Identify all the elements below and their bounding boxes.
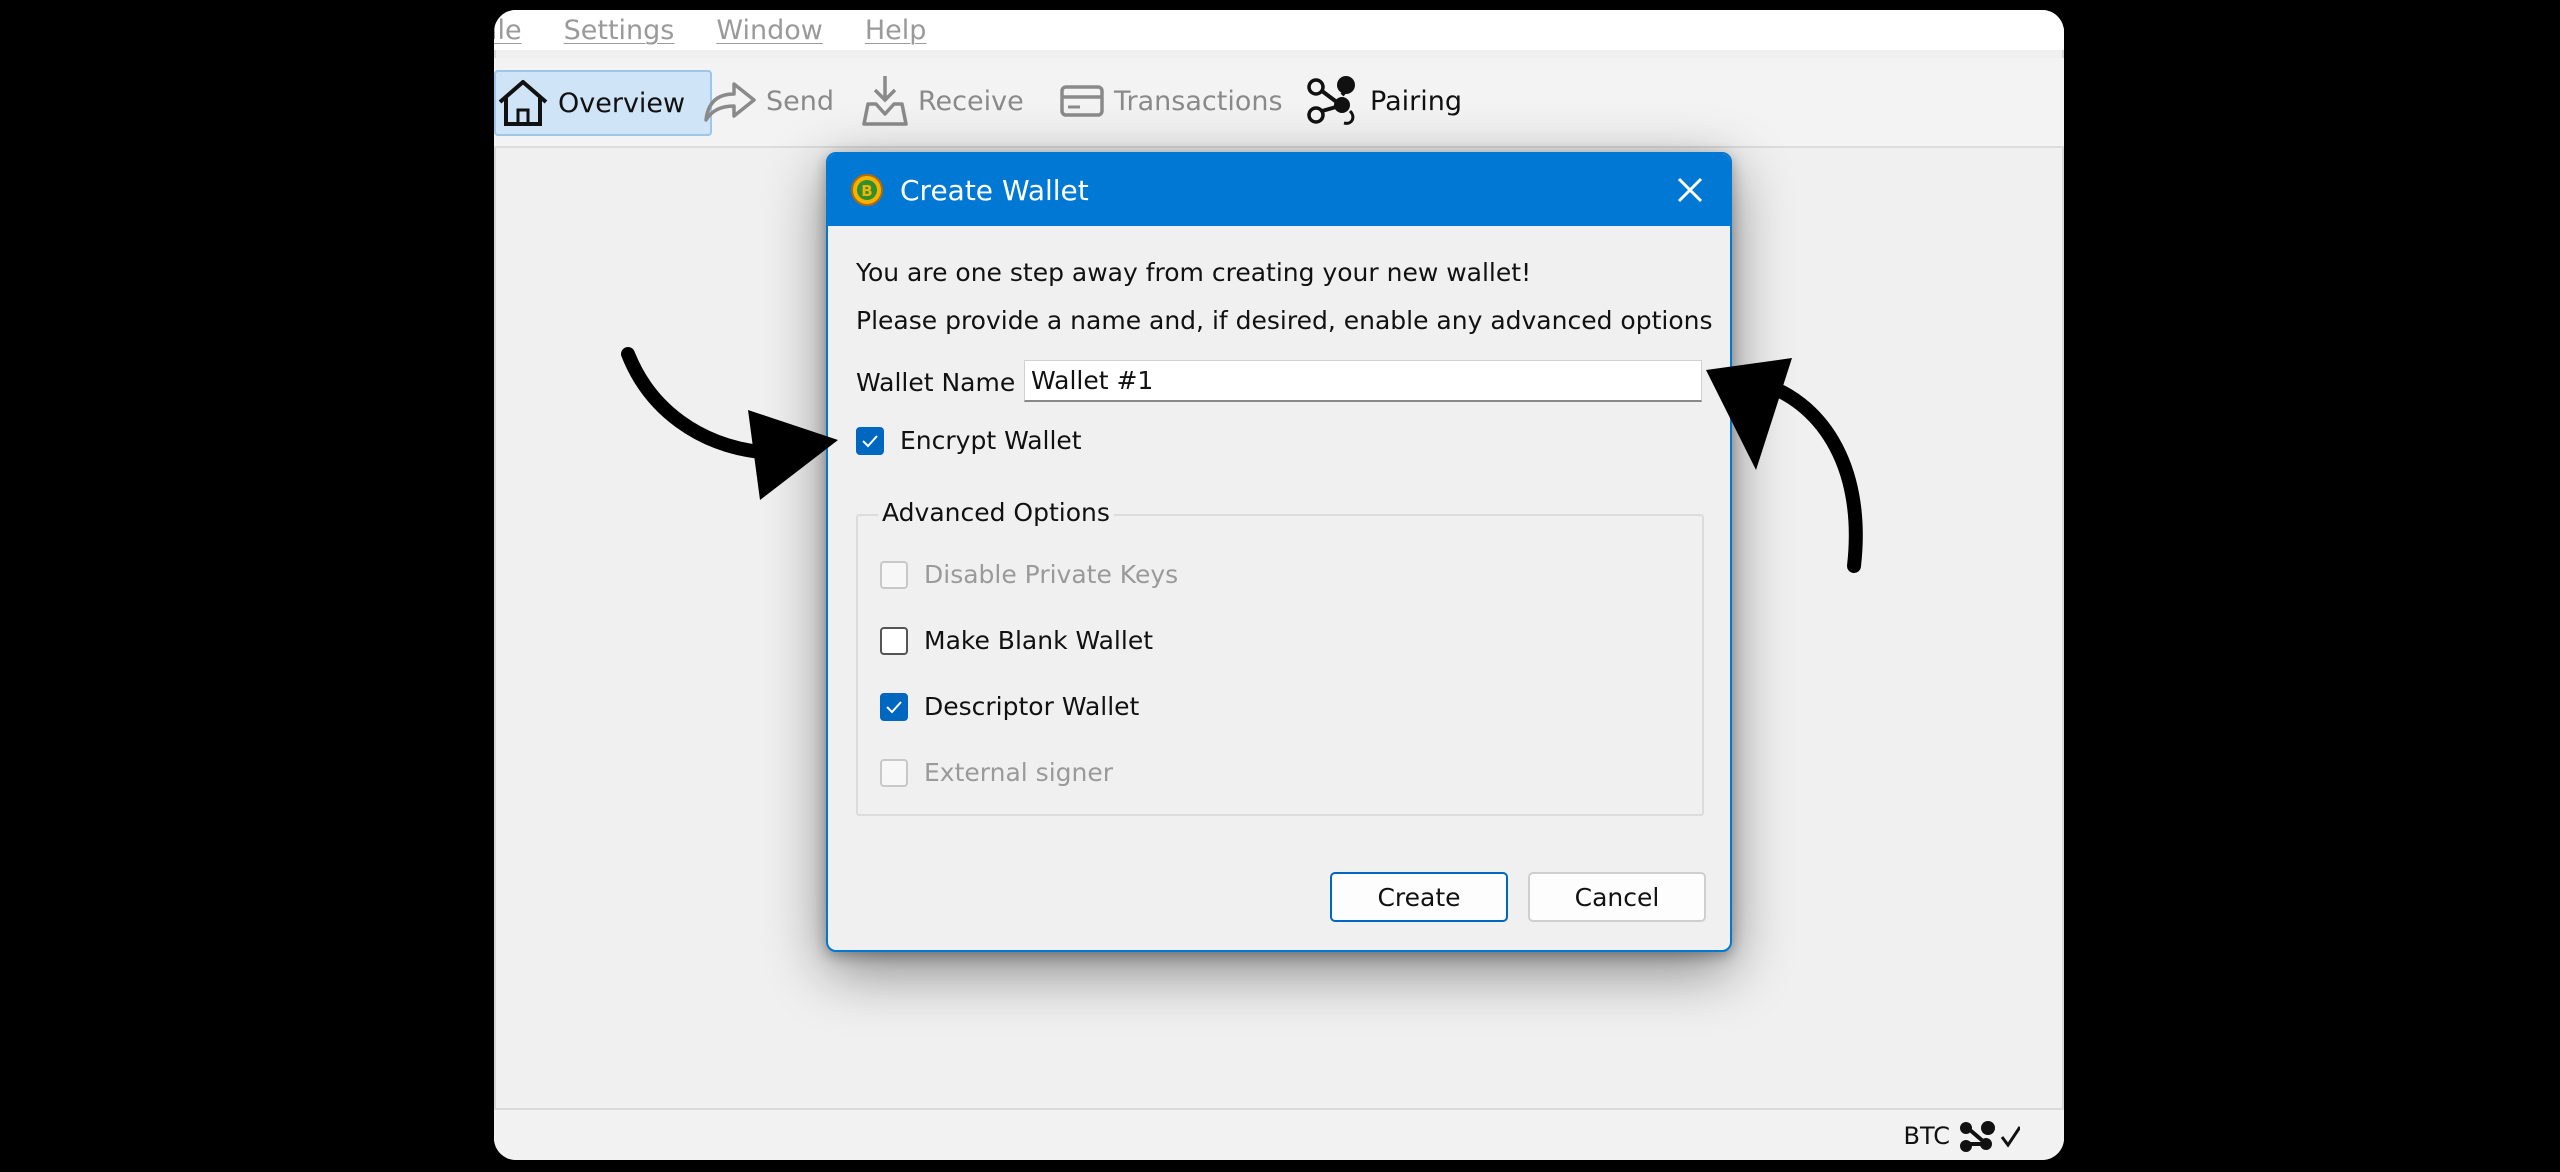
close-icon: [1677, 177, 1703, 203]
arrow-annotation-left: [621, 347, 838, 500]
wallet-name-label: Wallet Name: [856, 368, 1016, 397]
disable-private-keys-label: Disable Private Keys: [924, 560, 1179, 589]
tab-receive-label: Receive: [918, 85, 1024, 117]
external-signer-box[interactable]: [880, 758, 908, 787]
tab-overview[interactable]: Overview: [494, 70, 712, 136]
external-signer-label: External signer: [924, 758, 1114, 787]
intro-line-1: You are one step away from creating your…: [856, 258, 1532, 287]
menu-help[interactable]: Help: [865, 15, 927, 46]
encrypt-checkbox-box[interactable]: [856, 426, 884, 455]
advanced-options-group: Advanced Options Disable Private Keys Ma…: [856, 498, 1704, 816]
menu-window[interactable]: Window: [716, 15, 822, 46]
dialog-titlebar: B Create Wallet: [828, 154, 1730, 226]
menu-bar: ile Settings Window Help: [494, 10, 2064, 50]
tab-send[interactable]: Send: [702, 70, 834, 132]
network-icon: [1960, 1121, 1995, 1152]
unit-label: BTC: [1903, 1122, 1950, 1150]
make-blank-wallet-label: Make Blank Wallet: [924, 626, 1154, 655]
status-checkmark-icon: [2000, 1126, 2020, 1148]
unit-indicator[interactable]: BTC: [1904, 1118, 2020, 1154]
arrow-annotation-right: [1706, 358, 1863, 573]
encrypt-wallet-label: Encrypt Wallet: [900, 426, 1082, 455]
transactions-icon: [1060, 85, 1104, 117]
status-bar: BTC: [494, 1108, 2064, 1160]
create-wallet-dialog: B Create Wallet You are one step away fr…: [826, 152, 1732, 952]
checkmark-icon: [862, 434, 878, 447]
home-icon: [498, 80, 548, 126]
intro-line-2: Please provide a name and, if desired, e…: [856, 306, 1713, 335]
wallet-name-input[interactable]: [1024, 360, 1702, 402]
tab-overview-label: Overview: [558, 87, 686, 119]
external-signer-checkbox[interactable]: External signer: [880, 758, 1113, 787]
bitcoin-icon: B: [851, 174, 883, 206]
make-blank-wallet-box[interactable]: [880, 626, 908, 655]
descriptor-wallet-label: Descriptor Wallet: [924, 692, 1140, 721]
disable-private-keys-box[interactable]: [880, 560, 908, 589]
tab-send-label: Send: [766, 85, 835, 117]
receive-icon: [862, 76, 908, 126]
make-blank-wallet-checkbox[interactable]: Make Blank Wallet: [880, 626, 1153, 655]
menu-settings[interactable]: Settings: [564, 15, 675, 46]
dialog-title: Create Wallet: [900, 173, 1089, 207]
tab-transactions[interactable]: Transactions: [1058, 70, 1283, 132]
tab-transactions-label: Transactions: [1114, 85, 1283, 117]
send-icon: [704, 82, 756, 122]
tab-pairing[interactable]: Pairing: [1302, 70, 1462, 132]
menu-file[interactable]: ile: [494, 15, 522, 46]
disable-private-keys-checkbox[interactable]: Disable Private Keys: [880, 560, 1178, 589]
descriptor-wallet-checkbox[interactable]: Descriptor Wallet: [880, 692, 1139, 721]
tab-pairing-label: Pairing: [1370, 85, 1462, 117]
encrypt-wallet-checkbox[interactable]: Encrypt Wallet: [856, 426, 1082, 455]
svg-text:B: B: [861, 182, 872, 200]
toolbar: Overview Send Receive Transactions Pairi…: [494, 58, 2064, 148]
checkmark-icon: [886, 700, 902, 713]
create-button[interactable]: Create: [1330, 872, 1508, 922]
descriptor-wallet-box[interactable]: [880, 692, 908, 721]
tab-receive[interactable]: Receive: [860, 70, 1024, 132]
cancel-button[interactable]: Cancel: [1528, 872, 1706, 922]
close-button[interactable]: [1670, 170, 1710, 210]
pairing-icon: [1307, 76, 1355, 125]
advanced-options-title: Advanced Options: [878, 498, 1114, 527]
